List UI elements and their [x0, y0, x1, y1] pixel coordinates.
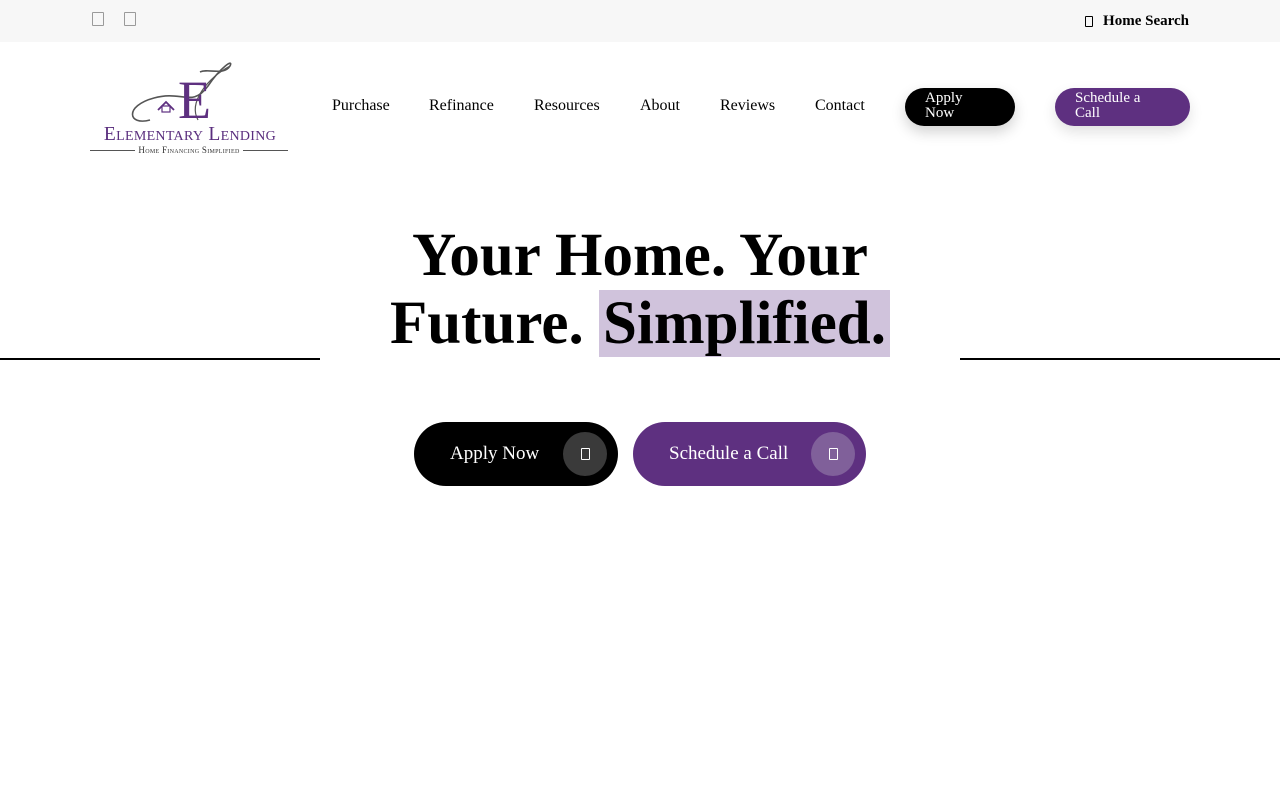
nav-item-purchase[interactable]: Purchase [332, 97, 390, 115]
logo-monogram: E [131, 62, 232, 126]
site-logo[interactable]: E Elementary Lending Home Financing Simp… [88, 60, 290, 156]
facebook-icon[interactable] [92, 12, 104, 26]
hero-title-highlight: Simplified. [598, 290, 890, 357]
svg-text:E: E [178, 70, 211, 126]
divider [242, 149, 288, 151]
home-search-link[interactable]: Home Search [1085, 12, 1189, 30]
header-schedule-call-button[interactable]: Schedule a Call [1055, 88, 1190, 126]
hero-divider-right [960, 358, 1280, 360]
hero-apply-now-button[interactable]: Apply Now [414, 422, 618, 486]
logo-tagline: Home Financing Simplified [138, 145, 240, 155]
calendar-icon-glyph [828, 448, 838, 460]
nav-item-contact[interactable]: Contact [815, 97, 865, 115]
arrow-icon-glyph [580, 448, 590, 460]
nav-item-reviews[interactable]: Reviews [720, 97, 775, 115]
divider [90, 149, 136, 151]
instagram-icon[interactable] [124, 12, 136, 26]
nav-item-resources[interactable]: Resources [534, 97, 600, 115]
hero-title: Your Home. Your Future. Simplified. [320, 222, 960, 358]
nav-item-refinance[interactable]: Refinance [429, 97, 494, 115]
top-utility-bar: Home Search [0, 0, 1280, 42]
logo-tagline-row: Home Financing Simplified [90, 144, 288, 156]
hero-schedule-call-label: Schedule a Call [669, 443, 789, 464]
logo-brand-name: Elementary Lending [103, 124, 277, 145]
arrow-icon [563, 432, 607, 476]
nav-item-about[interactable]: About [640, 97, 680, 115]
hero-divider-left [0, 358, 320, 360]
calendar-icon [811, 432, 855, 476]
house-icon [1085, 15, 1094, 27]
hero-apply-now-label: Apply Now [450, 443, 540, 464]
hero-schedule-call-button[interactable]: Schedule a Call [633, 422, 866, 486]
home-search-label: Home Search [1103, 12, 1189, 29]
header-apply-now-button[interactable]: Apply Now [905, 88, 1015, 126]
